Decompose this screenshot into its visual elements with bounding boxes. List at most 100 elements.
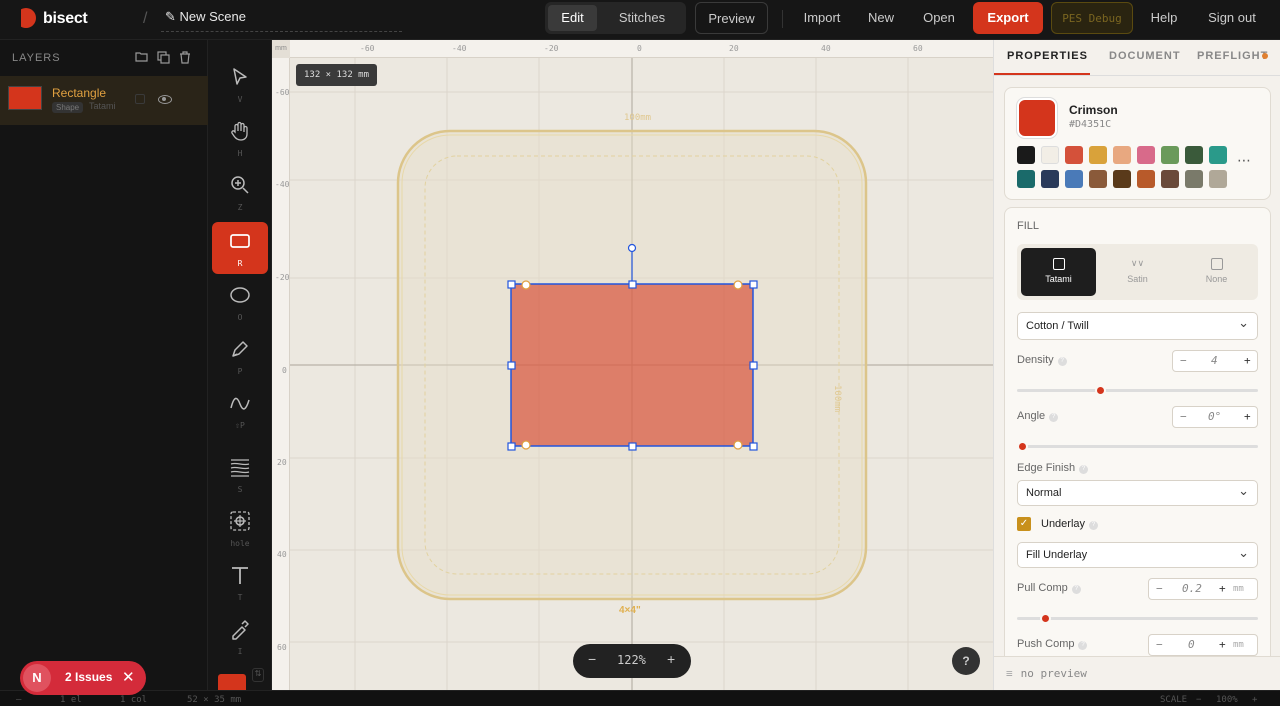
zoom-control: − 122% + — [573, 644, 691, 678]
fabric-select[interactable]: Cotton / Twill — [1017, 312, 1258, 340]
palette-swatch[interactable] — [1017, 170, 1035, 188]
fill-satin-button[interactable]: ∨∨ Satin — [1100, 248, 1175, 296]
preview-button[interactable]: Preview — [695, 2, 768, 34]
density-slider-handle[interactable] — [1095, 385, 1107, 396]
scene-name-input[interactable]: ✎ New Scene — [161, 8, 402, 32]
mode-edit-button[interactable]: Edit — [548, 5, 597, 31]
import-button[interactable]: Import — [797, 2, 847, 34]
eyedropper-tool[interactable]: I — [212, 610, 268, 662]
palette-swatch[interactable] — [1065, 146, 1083, 164]
stitch-preview-bar[interactable]: ≡ no preview — [994, 656, 1280, 690]
ruler-y-label: 40 — [277, 550, 287, 559]
scale-decrement[interactable]: − — [1196, 695, 1201, 705]
underlay-type-select[interactable]: Fill Underlay — [1017, 542, 1258, 568]
issues-pill[interactable]: N 2 Issues ✕ — [20, 661, 146, 695]
push-comp-value[interactable]: 0 — [1188, 638, 1195, 651]
satin-tool[interactable]: S — [212, 448, 268, 500]
zoom-in-button[interactable]: + — [667, 651, 675, 667]
rectangle-tool[interactable]: R — [212, 222, 268, 274]
hole-tool[interactable]: hole — [212, 502, 268, 554]
text-tool[interactable]: T — [212, 556, 268, 608]
angle-decrement[interactable]: − — [1180, 410, 1187, 423]
palette-swatch[interactable] — [1161, 170, 1179, 188]
underlay-checkbox[interactable]: ✓ — [1017, 517, 1031, 531]
breadcrumb-separator: / — [143, 10, 148, 27]
trash-icon[interactable] — [178, 51, 192, 65]
pan-tool[interactable]: H — [212, 112, 268, 164]
tool-palette: V H Z R O P ⇧P S hole T I ⇅ — [208, 40, 272, 694]
pes-debug-button[interactable]: PES Debug — [1051, 2, 1133, 34]
fill-none-button[interactable]: None — [1179, 248, 1254, 296]
density-decrement[interactable]: − — [1180, 354, 1187, 367]
edge-finish-select[interactable]: Normal — [1017, 480, 1258, 506]
tab-document[interactable]: DOCUMENT — [1109, 50, 1181, 62]
palette-swatch[interactable] — [1113, 146, 1131, 164]
palette-swatch[interactable] — [1209, 146, 1227, 164]
angle-value[interactable]: 0° — [1208, 410, 1221, 423]
angle-increment[interactable]: + — [1244, 410, 1251, 423]
palette-swatch[interactable] — [1089, 170, 1107, 188]
lock-icon[interactable] — [135, 94, 145, 104]
angle-slider-handle[interactable] — [1017, 441, 1028, 452]
more-colors-icon[interactable]: ⋯ — [1237, 152, 1251, 169]
push-comp-stepper[interactable]: − 0 + mm — [1148, 634, 1258, 656]
ruler-corner[interactable]: mm — [272, 40, 290, 58]
open-button[interactable]: Open — [916, 2, 962, 34]
layer-item[interactable]: Rectangle Shape Tatami — [0, 76, 208, 125]
swap-color-icon[interactable]: ⇅ — [252, 668, 264, 682]
density-stepper[interactable]: − 4 + — [1172, 350, 1258, 372]
no-preview-text: no preview — [1020, 667, 1087, 680]
eye-icon[interactable] — [158, 95, 172, 104]
palette-swatch[interactable] — [1161, 146, 1179, 164]
canvas-artboard[interactable] — [272, 40, 993, 690]
pen-tool[interactable]: P — [212, 330, 268, 382]
tab-preflight[interactable]: PREFLIGHT — [1197, 50, 1268, 62]
pull-comp-slider-handle[interactable] — [1040, 613, 1051, 624]
scale-increment[interactable]: + — [1252, 695, 1257, 705]
duplicate-icon[interactable] — [156, 51, 170, 65]
density-slider[interactable] — [1017, 385, 1258, 396]
density-increment[interactable]: + — [1244, 354, 1251, 367]
palette-swatch[interactable] — [1065, 170, 1083, 188]
close-icon[interactable]: ✕ — [122, 668, 135, 686]
palette-swatch[interactable] — [1137, 146, 1155, 164]
pull-comp-value[interactable]: 0.2 — [1182, 582, 1202, 595]
ruler-x-label: -60 — [360, 44, 375, 53]
zoom-out-button[interactable]: − — [588, 651, 596, 667]
select-tool[interactable]: V — [212, 58, 268, 110]
palette-swatch[interactable] — [1185, 170, 1203, 188]
density-value[interactable]: 4 — [1211, 354, 1218, 367]
help-button[interactable]: Help — [1144, 2, 1184, 34]
export-button[interactable]: Export — [973, 2, 1043, 34]
push-comp-decrement[interactable]: − — [1156, 638, 1163, 651]
zoom-tool[interactable]: Z — [212, 166, 268, 218]
new-button[interactable]: New — [863, 2, 899, 34]
help-icon[interactable]: ? — [952, 647, 980, 675]
palette-swatch[interactable] — [1137, 170, 1155, 188]
ellipse-tool[interactable]: O — [212, 276, 268, 328]
palette-swatch[interactable] — [1041, 170, 1059, 188]
palette-swatch[interactable] — [1089, 146, 1107, 164]
push-comp-increment[interactable]: + — [1219, 638, 1226, 651]
design-canvas[interactable]: mm -60 -40 -20 0 20 40 60 -60 -40 -20 0 … — [272, 40, 993, 690]
palette-swatch[interactable] — [1017, 146, 1035, 164]
palette-swatch[interactable] — [1113, 170, 1131, 188]
mode-stitches-button[interactable]: Stitches — [601, 5, 683, 31]
palette-swatch[interactable] — [1041, 146, 1059, 164]
zoom-level[interactable]: 122% — [617, 653, 646, 667]
palette-swatch[interactable] — [1185, 146, 1203, 164]
angle-stepper[interactable]: − 0° + — [1172, 406, 1258, 428]
palette-swatch[interactable] — [1209, 170, 1227, 188]
curve-tool[interactable]: ⇧P — [212, 384, 268, 436]
rectangle-shape — [511, 284, 753, 446]
fill-tatami-button[interactable]: Tatami — [1021, 248, 1096, 296]
pull-comp-slider[interactable] — [1017, 613, 1258, 624]
angle-slider[interactable] — [1017, 441, 1258, 452]
new-folder-icon[interactable] — [134, 51, 148, 65]
sign-out-button[interactable]: Sign out — [1199, 2, 1265, 34]
pull-comp-decrement[interactable]: − — [1156, 582, 1163, 595]
tab-properties[interactable]: PROPERTIES — [1007, 50, 1088, 62]
pull-comp-increment[interactable]: + — [1219, 582, 1226, 595]
pull-comp-stepper[interactable]: − 0.2 + mm — [1148, 578, 1258, 600]
current-color-swatch[interactable] — [1017, 98, 1057, 138]
